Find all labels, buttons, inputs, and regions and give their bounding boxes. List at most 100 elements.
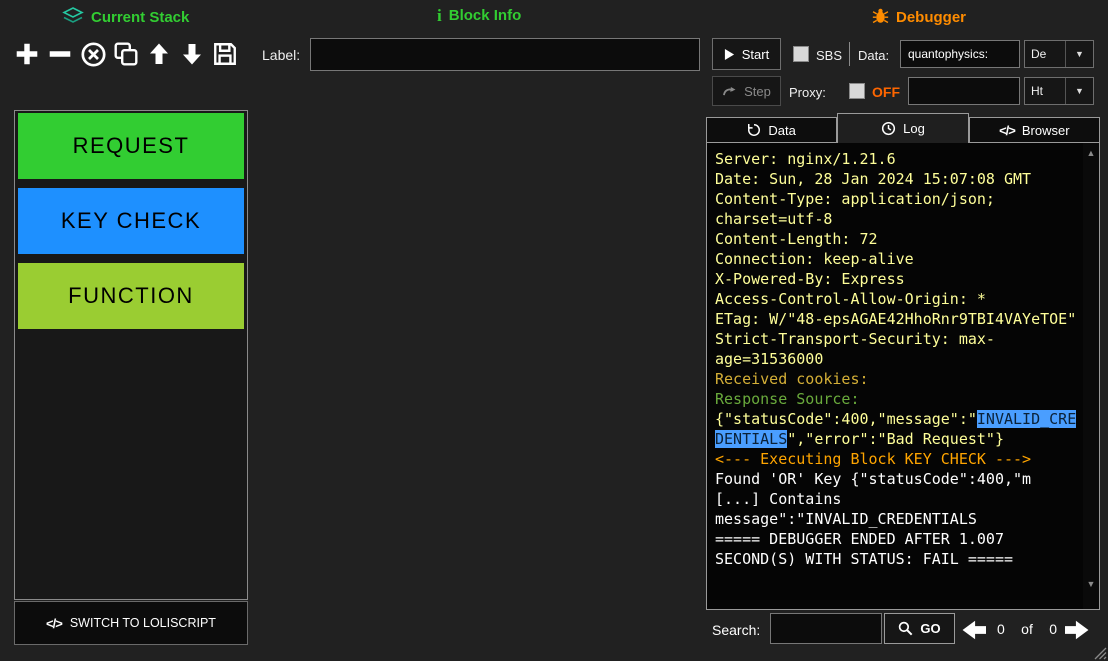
chevron-down-icon[interactable]: ▼ xyxy=(1065,78,1093,104)
refresh-icon xyxy=(747,123,761,137)
debugger-header: Debugger xyxy=(872,7,966,28)
scroll-down-icon[interactable]: ▼ xyxy=(1083,577,1099,591)
clone-icon xyxy=(113,41,139,67)
proxy-status-badge: OFF xyxy=(872,84,900,100)
log-line: Access-Control-Allow-Origin: * xyxy=(715,289,1079,309)
stack-panel: REQUEST KEY CHECK FUNCTION xyxy=(14,110,248,600)
sbs-label: SBS xyxy=(816,48,842,63)
go-button-label: GO xyxy=(920,621,940,636)
wordlist-type-value: De xyxy=(1025,41,1065,67)
previous-match-button[interactable] xyxy=(959,615,989,645)
code-icon: </> xyxy=(999,123,1015,138)
minus-icon xyxy=(47,41,73,67)
remove-block-button[interactable] xyxy=(45,36,75,72)
step-button-label: Step xyxy=(744,84,771,99)
scroll-up-icon[interactable]: ▲ xyxy=(1083,146,1099,160)
switch-to-loliscript-button[interactable]: </> SWITCH TO LOLISCRIPT xyxy=(14,601,248,645)
tab-log[interactable]: Log xyxy=(837,113,968,143)
circle-x-icon xyxy=(80,41,107,68)
code-icon: </> xyxy=(46,616,62,631)
current-stack-header: Current Stack xyxy=(62,7,189,28)
data-input[interactable] xyxy=(900,40,1020,68)
debugger-tabbar: Data Log </> Browser xyxy=(706,113,1100,143)
clone-block-button[interactable] xyxy=(111,36,141,72)
current-stack-title: Current Stack xyxy=(91,9,189,26)
search-input[interactable] xyxy=(770,613,882,644)
log-line: {"statusCode":400,"message":"INVALID_CRE… xyxy=(715,409,1079,449)
bug-icon xyxy=(872,7,889,28)
tab-browser[interactable]: </> Browser xyxy=(969,117,1100,143)
block-info-header: i Block Info xyxy=(437,7,521,24)
stack-toolbar xyxy=(12,36,240,72)
next-match-button[interactable] xyxy=(1062,615,1092,645)
tab-data[interactable]: Data xyxy=(706,117,837,143)
match-total: 0 xyxy=(1049,621,1057,637)
log-line: Server: nginx/1.21.6 xyxy=(715,149,1079,169)
arrow-up-icon xyxy=(147,41,171,67)
info-icon: i xyxy=(437,7,442,24)
stack-block-function[interactable]: FUNCTION xyxy=(18,263,244,329)
data-caption: Data: xyxy=(858,48,889,63)
switch-button-label: SWITCH TO LOLISCRIPT xyxy=(70,616,216,630)
match-counter: 0 of 0 xyxy=(997,621,1057,637)
match-of-label: of xyxy=(1021,621,1033,637)
save-icon xyxy=(212,41,238,67)
log-line: Received cookies: xyxy=(715,369,1079,389)
debugger-title: Debugger xyxy=(896,9,966,26)
log-scrollbar[interactable]: ▲ ▼ xyxy=(1083,143,1099,609)
log-line: Found 'OR' Key {"statusCode":400,"m [...… xyxy=(715,469,1079,529)
block-label-input[interactable] xyxy=(310,38,700,71)
log-line: Date: Sun, 28 Jan 2024 15:07:08 GMT xyxy=(715,169,1079,189)
step-button[interactable]: Step xyxy=(712,76,781,106)
arrow-left-icon xyxy=(960,618,988,642)
log-lines: Server: nginx/1.21.6Date: Sun, 28 Jan 20… xyxy=(715,149,1079,569)
tab-log-label: Log xyxy=(903,121,925,136)
log-panel: Server: nginx/1.21.6Date: Sun, 28 Jan 20… xyxy=(706,142,1100,610)
save-config-button[interactable] xyxy=(210,36,240,72)
move-block-up-button[interactable] xyxy=(144,36,174,72)
arrow-down-icon xyxy=(180,41,204,67)
log-line: Content-Length: 72 xyxy=(715,229,1079,249)
tab-browser-label: Browser xyxy=(1022,123,1070,138)
log-line: X-Powered-By: Express xyxy=(715,269,1079,289)
start-button-label: Start xyxy=(742,47,769,62)
block-label-caption: Label: xyxy=(262,47,300,63)
log-line: <--- Executing Block KEY CHECK ---> xyxy=(715,449,1079,469)
resize-grip[interactable] xyxy=(1094,647,1107,660)
magnifier-icon xyxy=(898,621,913,636)
stack-list: REQUEST KEY CHECK FUNCTION xyxy=(18,113,244,329)
add-block-button[interactable] xyxy=(12,36,42,72)
proxy-type-value: Ht xyxy=(1025,78,1065,104)
stack-block-request[interactable]: REQUEST xyxy=(18,113,244,179)
log-line: Connection: keep-alive xyxy=(715,249,1079,269)
match-current: 0 xyxy=(997,621,1005,637)
log-line: ===== DEBUGGER ENDED AFTER 1.007 SECOND(… xyxy=(715,529,1079,569)
block-info-title: Block Info xyxy=(449,7,522,24)
stack-block-key-check[interactable]: KEY CHECK xyxy=(18,188,244,254)
move-block-down-button[interactable] xyxy=(177,36,207,72)
log-line: Strict-Transport-Security: max-age=31536… xyxy=(715,329,1079,369)
vertical-divider xyxy=(849,42,850,66)
start-button[interactable]: Start xyxy=(712,38,781,70)
arrow-right-icon xyxy=(1063,618,1091,642)
search-caption: Search: xyxy=(712,622,760,638)
log-line: Response Source: xyxy=(715,389,1079,409)
proxy-checkbox[interactable] xyxy=(849,83,865,99)
step-arrow-icon xyxy=(722,85,737,97)
proxy-type-dropdown[interactable]: Ht ▼ xyxy=(1024,77,1094,105)
log-line: ETag: W/"48-epsAGAE42HhoRnr9TBI4VAYeTOE" xyxy=(715,309,1079,329)
log-line: Content-Type: application/json; charset=… xyxy=(715,189,1079,229)
sbs-checkbox[interactable] xyxy=(793,46,809,62)
plus-icon xyxy=(14,41,40,67)
proxy-input[interactable] xyxy=(908,77,1020,105)
play-icon xyxy=(724,48,735,61)
tab-data-label: Data xyxy=(768,123,795,138)
layers-icon xyxy=(62,7,84,28)
chevron-down-icon[interactable]: ▼ xyxy=(1065,41,1093,67)
clock-history-icon xyxy=(881,121,896,136)
search-go-button[interactable]: GO xyxy=(884,613,955,644)
wordlist-type-dropdown[interactable]: De ▼ xyxy=(1024,40,1094,68)
disable-block-button[interactable] xyxy=(78,36,108,72)
stacker-debugger-window: Current Stack i Block Info Debugger xyxy=(0,0,1108,661)
proxy-caption: Proxy: xyxy=(789,85,826,100)
